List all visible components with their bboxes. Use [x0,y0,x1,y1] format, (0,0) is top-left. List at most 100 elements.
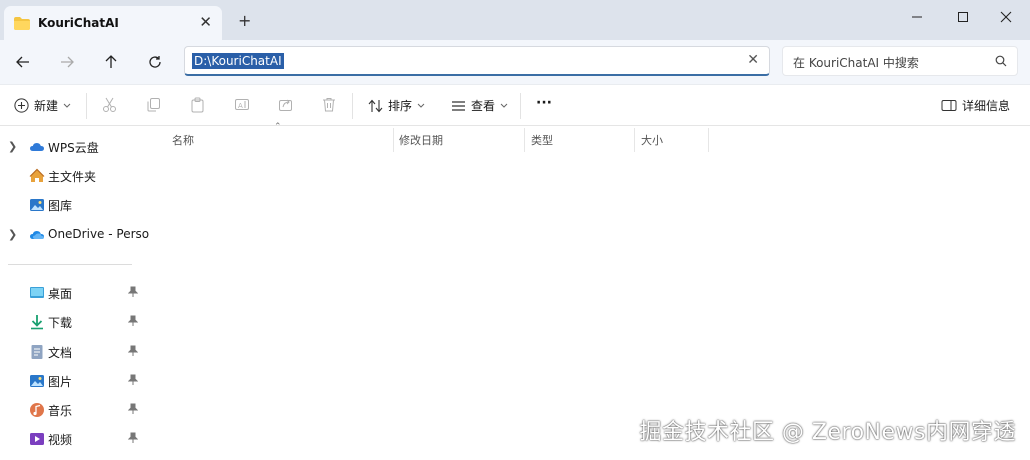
music-icon [30,403,44,417]
column-header-name[interactable]: 名称 [172,132,194,154]
more-icon: ··· [536,95,552,111]
pin-icon[interactable] [128,432,138,444]
tab-title: KouriChatAI [38,16,119,30]
onedrive-icon [30,231,44,239]
sidebar-item-gallery[interactable]: 图库 [0,194,150,216]
cut-icon[interactable] [102,97,117,112]
pin-icon[interactable] [128,374,138,386]
sidebar-item-label: 图片 [48,375,73,389]
watermark: 掘金技术社区 @ ZeroNews内网穿透 [639,420,1016,445]
tab-kourichatai[interactable]: KouriChatAI ✕ [4,6,222,40]
sort-icon [368,99,383,112]
home-icon [29,168,45,182]
chevron-down-icon [63,103,71,108]
column-header-size[interactable]: 大小 [641,132,663,154]
view-button[interactable]: 查看 [451,97,508,114]
copy-icon[interactable] [146,97,161,112]
videos-icon [30,433,44,445]
more-options-button[interactable]: ··· [536,95,552,111]
back-icon [16,56,29,68]
plus-circle-icon [14,98,29,113]
sidebar-item-label: 图库 [48,199,73,213]
sidebar-item-music[interactable]: 音乐 [0,399,150,421]
column-divider[interactable] [634,128,635,152]
sidebar-item-label: 视频 [48,433,73,447]
sidebar-item-label: WPS云盘 [48,141,99,155]
sidebar-item-documents[interactable]: 文档 [0,341,150,363]
sidebar-item-downloads[interactable]: 下载 [0,311,150,333]
chevron-right-icon[interactable]: ❯ [8,140,17,153]
up-icon [105,55,117,68]
documents-icon [31,345,43,359]
chevron-right-icon[interactable]: ❯ [8,228,17,241]
navigation-pane: ❯ WPS云盘 主文件夹 图库 ❯ OneDrive - Perso 桌面 下载 [0,126,150,460]
pin-icon[interactable] [128,315,138,327]
cloud-icon [30,143,44,151]
sidebar-item-label: 音乐 [48,404,73,418]
pictures-icon [30,375,44,387]
search-input[interactable]: 在 KouriChatAI 中搜索 [782,46,1018,76]
new-label: 新建 [34,99,59,113]
forward-icon [61,56,74,68]
sidebar-item-label: 下载 [48,316,73,330]
share-icon[interactable] [278,97,293,112]
pin-icon[interactable] [128,403,138,415]
sidebar-item-pictures[interactable]: 图片 [0,370,150,392]
refresh-button[interactable] [144,52,166,72]
column-divider[interactable] [393,128,394,152]
folder-icon [14,17,30,33]
svg-text:A: A [238,102,243,110]
sort-label: 排序 [388,99,413,113]
column-header-type[interactable]: 类型 [531,132,553,154]
minimize-button[interactable] [894,0,940,34]
tab-strip: KouriChatAI ✕ + [0,0,1030,40]
file-list: ⌃ 名称 修改日期 类型 大小 [160,122,1030,460]
column-divider[interactable] [708,128,709,152]
sort-ascending-icon: ⌃ [274,122,282,132]
sidebar-item-home[interactable]: 主文件夹 [0,165,150,187]
toolbar-divider [86,93,87,119]
chevron-down-icon [500,103,508,108]
file-explorer-window: KouriChatAI ✕ + D:\KouriChatAI ✕ 在 Kouri… [0,0,1030,460]
toolbar-divider [352,93,353,119]
minimize-icon [912,16,922,18]
column-header-date-modified[interactable]: 修改日期 [399,132,443,154]
sidebar-item-label: 桌面 [48,287,73,301]
new-button[interactable]: 新建 [14,97,71,114]
sidebar-item-desktop[interactable]: 桌面 [0,282,150,304]
delete-icon[interactable] [322,97,336,112]
forward-button[interactable] [56,52,78,72]
search-icon [995,55,1007,70]
sidebar-item-label: 文档 [48,346,73,360]
sidebar-item-videos[interactable]: 视频 [0,428,150,450]
details-pane-icon [941,100,957,111]
column-divider[interactable] [524,128,525,152]
command-bar: 新建 A 排序 查看 ··· 详细信息 [0,84,1030,126]
pin-icon[interactable] [128,345,138,357]
tab-close-button[interactable]: ✕ [199,14,212,30]
details-pane-button[interactable]: 详细信息 [941,97,1010,114]
new-tab-button[interactable]: + [238,13,251,29]
sidebar-item-onedrive[interactable]: ❯ OneDrive - Perso [0,224,150,246]
download-icon [31,315,43,330]
maximize-button[interactable] [940,0,986,34]
search-placeholder: 在 KouriChatAI 中搜索 [793,56,919,70]
close-icon [1000,11,1012,23]
back-button[interactable] [12,52,34,72]
toolbar-divider [520,93,521,119]
address-path[interactable]: D:\KouriChatAI [192,53,284,69]
close-window-button[interactable] [983,0,1029,34]
sidebar-item-wps-cloud[interactable]: ❯ WPS云盘 [0,136,150,158]
nav-divider [8,264,132,265]
pin-icon[interactable] [128,286,138,298]
up-button[interactable] [100,52,122,72]
sidebar-item-label: OneDrive - Perso [48,227,150,241]
rename-icon[interactable]: A [234,97,250,112]
address-bar[interactable]: D:\KouriChatAI ✕ [184,46,770,76]
view-label: 查看 [471,99,496,113]
details-label: 详细信息 [962,99,1011,113]
paste-icon[interactable] [190,97,205,113]
clear-address-button[interactable]: ✕ [747,52,759,68]
view-list-icon [452,100,465,111]
sort-button[interactable]: 排序 [368,97,425,114]
